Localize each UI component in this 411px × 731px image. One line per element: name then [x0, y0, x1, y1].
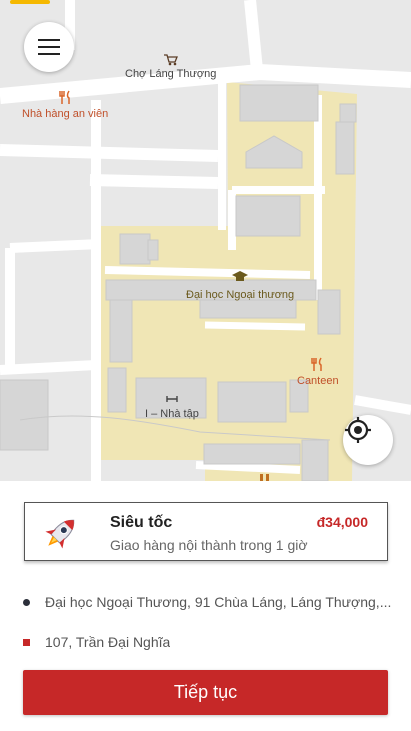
map-view[interactable]: Chợ Láng Thượng Nhà hàng an viên Đại học… — [0, 0, 411, 481]
menu-button[interactable] — [24, 22, 74, 72]
dropoff-address: 107, Trần Đại Nghĩa — [45, 634, 171, 650]
crosshair-icon — [345, 417, 371, 443]
hamburger-icon-line — [38, 39, 60, 41]
service-option-card[interactable]: Siêu tốc Giao hàng nội thành trong 1 giờ… — [24, 502, 388, 561]
map-label-university: Đại học Ngoại thương — [186, 289, 295, 301]
bottom-sheet: Siêu tốc Giao hàng nội thành trong 1 giờ… — [0, 481, 411, 731]
map-label-restaurant: Nhà hàng an viên — [22, 108, 109, 120]
pickup-address: Đại học Ngoại Thương, 91 Chùa Láng, Láng… — [45, 594, 392, 610]
map-label-market: Chợ Láng Thượng — [125, 68, 217, 80]
map-label-building: I – Nhà tập — [145, 408, 199, 420]
continue-button[interactable]: Tiếp tục — [23, 670, 388, 715]
pickup-address-row[interactable]: Đại học Ngoại Thương, 91 Chùa Láng, Láng… — [23, 592, 393, 612]
dropoff-square-icon — [23, 638, 30, 646]
map-label-canteen: Canteen — [297, 375, 339, 387]
pickup-dot-icon — [23, 598, 30, 606]
service-description: Giao hàng nội thành trong 1 giờ — [110, 537, 308, 553]
my-location-button[interactable] — [343, 415, 393, 465]
rocket-icon — [45, 519, 75, 549]
service-name: Siêu tốc — [110, 514, 173, 531]
dropoff-address-row[interactable]: 107, Trần Đại Nghĩa — [23, 632, 393, 652]
service-price: đ34,000 — [316, 514, 368, 530]
hamburger-icon-line — [38, 46, 60, 48]
hamburger-icon-line — [38, 53, 60, 55]
